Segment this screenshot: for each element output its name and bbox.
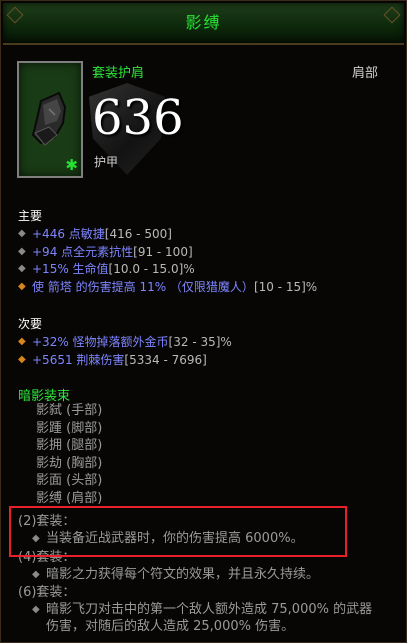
orange-diamond-bullet-icon: ◆ xyxy=(18,281,26,292)
primary-stat: ◆ +15% 生命值 [10.0 - 15.0]% xyxy=(18,261,195,277)
primary-stat: ◆ +446 点敏捷 [416 - 500] xyxy=(18,226,172,242)
secondary-stat: ◆ +32% 怪物掉落额外金币 [32 - 35]% xyxy=(18,334,232,350)
set-piece: 影踵 (脚部) xyxy=(36,420,103,436)
set-piece: 影面 (头部) xyxy=(36,473,103,488)
secondary-heading: 次要 xyxy=(18,317,43,331)
diamond-bullet-icon: ◆ xyxy=(18,263,26,274)
set-asterisk-icon: ✱ xyxy=(65,156,78,174)
set-piece: 影劫 (胸部) xyxy=(36,455,103,471)
item-icon-frame: ✱ xyxy=(17,61,83,178)
armor-label: 护甲 xyxy=(94,155,119,169)
corner-ornament-left xyxy=(6,6,24,24)
set-piece: 影弑 (手部) xyxy=(36,403,103,418)
item-slot: 肩部 xyxy=(351,66,378,81)
diamond-bullet-icon: ◆ xyxy=(32,569,40,580)
item-tooltip: 影缚 ✱ 套装护肩 肩部 636 护甲 主要 ◆ +446 点敏捷 [416 -… xyxy=(0,0,407,643)
diamond-bullet-icon: ◆ xyxy=(18,246,26,257)
orange-diamond-bullet-icon: ◆ xyxy=(18,336,26,347)
set-bonus-6-label: (6)套装： xyxy=(18,585,76,600)
set-piece-list: 影弑 (手部) 影踵 (脚部) 影拥 (腿部) 影劫 (胸部) 影面 (头部) … xyxy=(36,402,102,507)
diamond-bullet-icon: ◆ xyxy=(18,228,26,239)
diamond-bullet-icon: ◆ xyxy=(32,604,40,615)
highlight-box xyxy=(9,506,347,557)
tooltip-title-bar: 影缚 xyxy=(3,3,404,45)
corner-ornament-right xyxy=(383,6,401,24)
primary-heading: 主要 xyxy=(18,209,43,223)
set-piece: 影缚 (肩部) xyxy=(36,490,103,506)
primary-stat: ◆ +94 点全元素抗性 [91 - 100] xyxy=(18,244,193,260)
item-type: 套装护肩 xyxy=(92,66,145,81)
primary-stat-legendary: ◆ 使 箭塔 的伤害提高 11% （仅限猎魔人） [10 - 15]% xyxy=(18,279,318,295)
set-bonus-6-desc: ◆ 暗影飞刀对击中的第一个敌人额外造成 75,000% 的武器伤害，对随后的敌人… xyxy=(32,602,373,634)
orange-diamond-bullet-icon: ◆ xyxy=(18,354,26,365)
set-piece: 影拥 (腿部) xyxy=(36,438,103,453)
item-name: 影缚 xyxy=(185,13,222,32)
armor-value: 636 xyxy=(92,90,184,146)
secondary-stat: ◆ +5651 荆棘伤害 [5334 - 7696] xyxy=(18,352,207,368)
set-bonus-4-desc: ◆ 暗影之力获得每个符文的效果，并且永久持续。 xyxy=(32,567,320,582)
